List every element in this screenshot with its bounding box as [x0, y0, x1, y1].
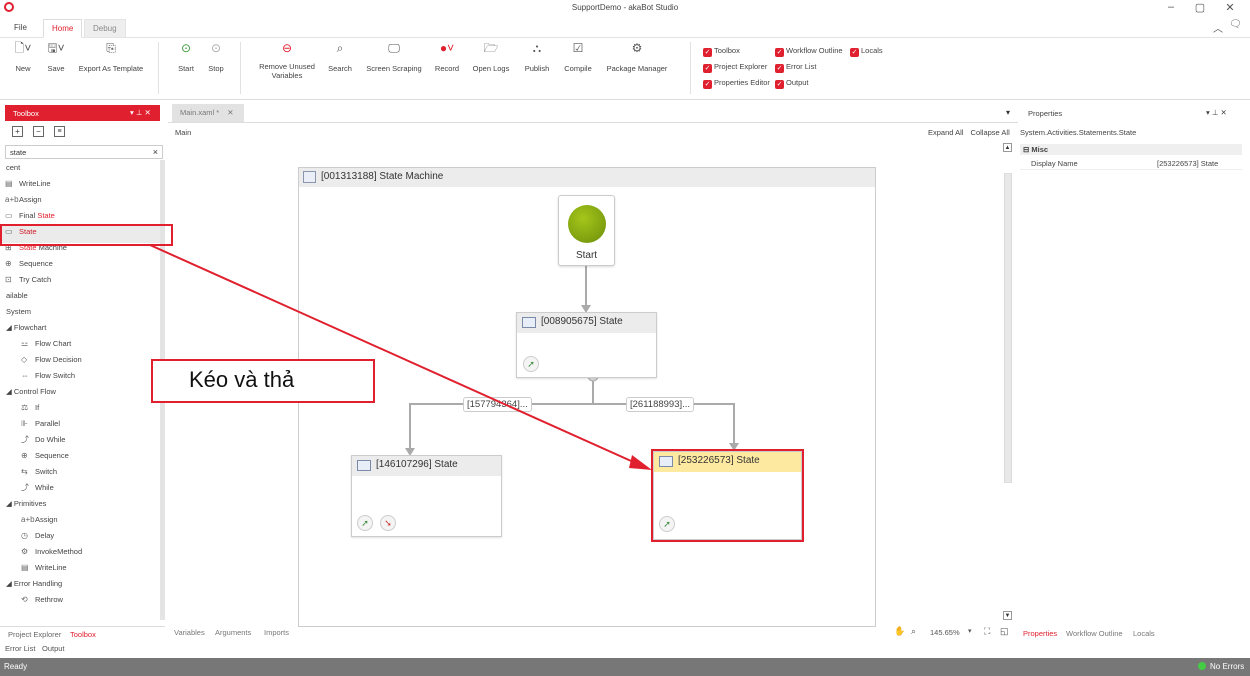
- drag-drop-annotation: Kéo và thả: [151, 359, 375, 403]
- property-row-display-name[interactable]: Display Name [253226573] State: [1020, 157, 1242, 170]
- fit-screen-icon[interactable]: ⛶: [984, 626, 990, 637]
- right-bottom-tabs: Properties Workflow Outline Locals: [1018, 626, 1246, 640]
- tab-imports[interactable]: Imports: [264, 628, 289, 637]
- error-status[interactable]: No Errors: [1210, 662, 1244, 671]
- tab-workflow-outline[interactable]: Workflow Outline: [1066, 629, 1123, 638]
- property-value[interactable]: [253226573] State: [1157, 159, 1218, 168]
- status-ok-icon: [1198, 662, 1206, 670]
- properties-type: System.Activities.Statements.State: [1020, 128, 1137, 137]
- property-name: Display Name: [1031, 159, 1078, 168]
- document-bottom-bar: Variables Arguments Imports ✋ ⌕ 145.65% …: [168, 625, 1018, 641]
- status-bar: Ready No Errors: [0, 658, 1250, 676]
- panel-options-icon[interactable]: ▾ ⊥ ✕: [1206, 108, 1227, 117]
- properties-header: Properties ▾ ⊥ ✕: [1028, 108, 1227, 118]
- tab-arguments[interactable]: Arguments: [215, 628, 251, 637]
- zoom-icon[interactable]: ⌕: [911, 626, 916, 637]
- tab-variables[interactable]: Variables: [174, 628, 205, 637]
- drag-arrow: [149, 244, 652, 470]
- zoom-dropdown-icon[interactable]: ▾: [968, 627, 972, 635]
- tab-locals[interactable]: Locals: [1133, 629, 1155, 638]
- pan-icon[interactable]: ✋: [894, 626, 905, 637]
- properties-group-misc[interactable]: ⊟ Misc: [1020, 144, 1242, 155]
- status-text: Ready: [4, 662, 28, 671]
- zoom-level[interactable]: 145.65%: [930, 628, 960, 637]
- overview-icon[interactable]: ◱: [1000, 626, 1009, 637]
- tab-properties[interactable]: Properties: [1023, 629, 1057, 638]
